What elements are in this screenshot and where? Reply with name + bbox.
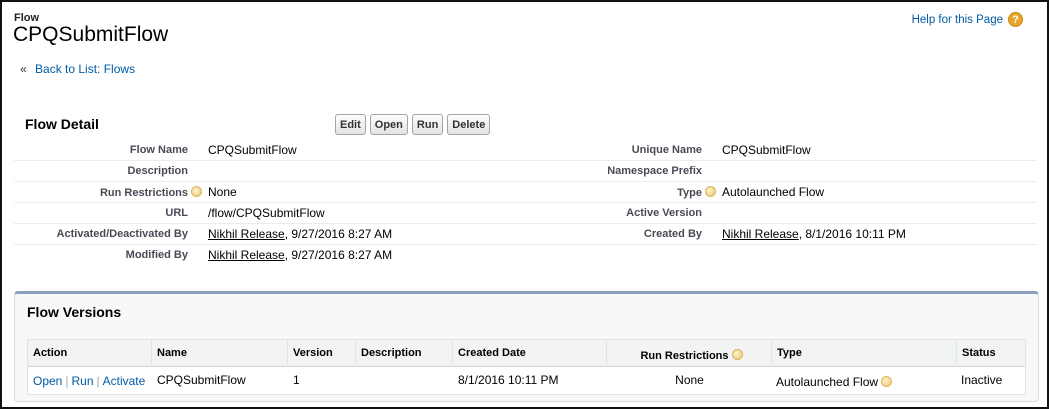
back-to-list-link[interactable]: Back to List: Flows xyxy=(35,62,135,76)
field-label-created-by: Created By xyxy=(643,228,702,240)
field-label-type: Type xyxy=(677,186,716,199)
flow-versions-panel: Flow Versions Action Name Version Descri… xyxy=(14,291,1039,402)
detail-row: Flow Name CPQSubmitFlow Unique Name CPQS… xyxy=(14,140,1037,161)
open-version-link[interactable]: Open xyxy=(33,374,62,388)
field-value-url: /flow/CPQSubmitFlow xyxy=(208,206,325,220)
field-value-flow-name: CPQSubmitFlow xyxy=(208,143,297,157)
detail-row: Description Namespace Prefix xyxy=(14,161,1037,182)
info-icon[interactable] xyxy=(731,349,743,360)
breadcrumb: « Back to List: Flows xyxy=(20,62,135,76)
cell-type: Autolaunched Flow xyxy=(776,375,893,389)
field-label-modified-by: Modified By xyxy=(125,249,188,261)
info-icon[interactable] xyxy=(881,376,893,387)
field-label-unique-name: Unique Name xyxy=(631,144,702,156)
field-value-activated-by: Nikhil Release, 9/27/2016 8:27 AM xyxy=(208,227,392,241)
modified-by-date: , 9/27/2016 8:27 AM xyxy=(284,248,393,262)
question-circle-icon[interactable]: ? xyxy=(1008,12,1023,27)
column-header-type[interactable]: Type xyxy=(772,340,957,367)
row-actions: Open | Run | Activate xyxy=(33,374,145,388)
help-link-container[interactable]: Help for this Page ? xyxy=(912,12,1023,27)
created-by-user-link[interactable]: Nikhil Release xyxy=(722,227,799,241)
field-label-flow-name: Flow Name xyxy=(129,144,188,156)
field-label-namespace-prefix: Namespace Prefix xyxy=(607,165,702,177)
cell-type-text: Autolaunched Flow xyxy=(776,375,879,389)
cell-run-restrictions: None xyxy=(675,373,704,387)
column-header-version[interactable]: Version xyxy=(288,340,356,367)
field-label-type-text: Type xyxy=(677,187,702,199)
detail-row: Activated/Deactivated By Nikhil Release,… xyxy=(14,224,1037,245)
activate-version-link[interactable]: Activate xyxy=(103,374,146,388)
detail-row: URL /flow/CPQSubmitFlow Active Version xyxy=(14,203,1037,224)
open-button[interactable]: Open xyxy=(369,114,408,135)
column-header-run-restrictions-text: Run Restrictions xyxy=(640,350,729,362)
field-label-url: URL xyxy=(165,207,188,219)
info-icon[interactable] xyxy=(705,186,716,197)
info-icon[interactable] xyxy=(191,186,202,197)
action-separator: | xyxy=(65,374,69,388)
activated-by-date: , 9/27/2016 8:27 AM xyxy=(284,227,393,241)
activated-by-user-link[interactable]: Nikhil Release xyxy=(208,227,285,241)
flow-detail-title: Flow Detail xyxy=(25,116,99,132)
field-value-type: Autolaunched Flow xyxy=(722,185,825,199)
table-header-row: Action Name Version Description Created … xyxy=(28,340,1025,367)
delete-button[interactable]: Delete xyxy=(447,114,491,135)
column-header-created-date[interactable]: Created Date xyxy=(453,340,607,367)
created-by-date: , 8/1/2016 10:11 PM xyxy=(798,227,906,241)
field-label-description: Description xyxy=(127,165,188,177)
run-button[interactable]: Run xyxy=(411,114,444,135)
detail-button-bar: Edit Open Run Delete xyxy=(335,114,491,135)
column-header-action: Action xyxy=(28,340,152,367)
field-label-active-version: Active Version xyxy=(626,207,702,219)
column-header-status[interactable]: Status xyxy=(957,340,1025,367)
cell-created-date: 8/1/2016 10:11 PM xyxy=(458,373,559,387)
field-value-run-restrictions: None xyxy=(208,185,237,199)
cell-version: 1 xyxy=(293,373,300,387)
cell-status: Inactive xyxy=(961,373,1003,387)
modified-by-user-link[interactable]: Nikhil Release xyxy=(208,248,285,262)
field-label-activated-by: Activated/Deactivated By xyxy=(56,228,188,240)
action-separator: | xyxy=(96,374,100,388)
detail-row: Run Restrictions None Type Autolaunched … xyxy=(14,182,1037,203)
column-header-run-restrictions[interactable]: Run Restrictions xyxy=(607,340,772,367)
page-title: CPQSubmitFlow xyxy=(13,23,169,46)
field-label-run-restrictions-text: Run Restrictions xyxy=(99,187,188,199)
field-value-created-by: Nikhil Release, 8/1/2016 10:11 PM xyxy=(722,227,906,241)
field-value-unique-name: CPQSubmitFlow xyxy=(722,143,811,157)
detail-row: Modified By Nikhil Release, 9/27/2016 8:… xyxy=(14,245,1037,266)
flow-versions-table: Action Name Version Description Created … xyxy=(27,339,1026,395)
field-label-run-restrictions: Run Restrictions xyxy=(100,186,202,199)
column-header-description[interactable]: Description xyxy=(356,340,453,367)
edit-button[interactable]: Edit xyxy=(335,114,366,135)
flow-versions-title: Flow Versions xyxy=(27,304,122,320)
column-header-name[interactable]: Name xyxy=(152,340,288,367)
field-value-modified-by: Nikhil Release, 9/27/2016 8:27 AM xyxy=(208,248,392,262)
cell-name: CPQSubmitFlow xyxy=(157,373,246,387)
page-frame: Flow CPQSubmitFlow Help for this Page ? … xyxy=(0,0,1049,409)
help-link[interactable]: Help for this Page xyxy=(912,14,1003,26)
run-version-link[interactable]: Run xyxy=(71,374,93,388)
back-prefix: « xyxy=(20,62,27,76)
